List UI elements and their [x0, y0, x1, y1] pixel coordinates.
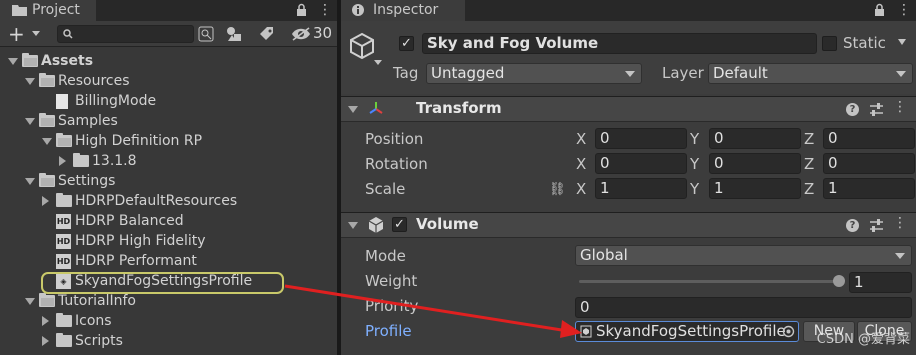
watermark-text: CSDN @爱背菜 — [816, 332, 910, 347]
annotation-arrow — [284, 284, 582, 338]
